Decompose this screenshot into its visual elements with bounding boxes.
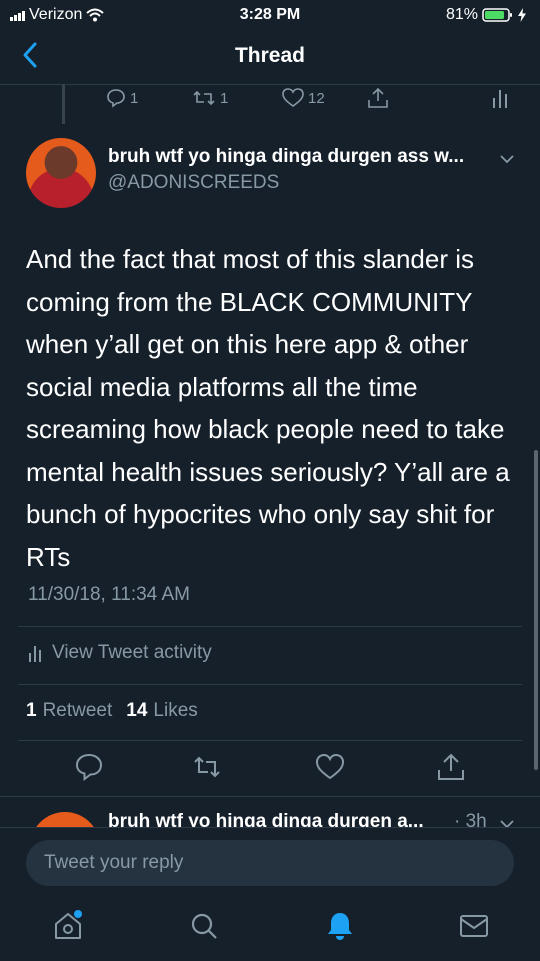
prev-tweet-actions: 1 1 12 — [0, 86, 540, 112]
prev-retweet-button[interactable]: 1 — [192, 88, 228, 108]
prev-reply-count: 1 — [130, 89, 139, 107]
heart-icon — [282, 88, 304, 107]
battery: 81% — [446, 6, 526, 24]
divider — [18, 684, 522, 685]
view-tweet-activity[interactable]: View Tweet activity — [28, 642, 212, 664]
home-icon[interactable] — [52, 910, 84, 942]
likes-label[interactable]: Likes — [153, 700, 197, 722]
share-icon[interactable] — [436, 752, 466, 782]
notifications-icon[interactable] — [324, 910, 356, 942]
analytics-icon — [29, 646, 41, 662]
retweet-icon — [193, 90, 215, 106]
prev-like-button[interactable]: 12 — [282, 88, 325, 108]
page-title: Thread — [234, 44, 305, 67]
reply-icon[interactable] — [74, 752, 104, 782]
likes-count[interactable]: 14 — [126, 700, 147, 722]
search-icon[interactable] — [188, 910, 220, 942]
user-handle[interactable]: @ADONISCREEDS — [108, 172, 279, 194]
retweets-label[interactable]: Retweet — [43, 700, 113, 722]
retweet-icon[interactable] — [192, 752, 222, 782]
chevron-down-icon[interactable] — [498, 150, 516, 168]
unread-dot — [74, 910, 82, 918]
analytics-icon[interactable] — [492, 88, 508, 108]
prev-reply-button[interactable]: 1 — [106, 88, 138, 108]
messages-icon[interactable] — [458, 910, 490, 942]
reply-icon — [107, 89, 125, 108]
avatar[interactable] — [26, 138, 96, 208]
activity-label: View Tweet activity — [52, 642, 212, 663]
status-bar: Verizon 3:28 PM 81% — [0, 0, 540, 30]
battery-icon — [482, 8, 512, 22]
divider — [18, 626, 522, 627]
prev-retweet-count: 1 — [220, 89, 229, 107]
engagement-counts: 1 Retweet 14 Likes — [26, 700, 198, 722]
scrollbar[interactable] — [534, 450, 538, 770]
divider — [0, 796, 540, 797]
divider — [18, 740, 522, 741]
nav-bar: Thread — [0, 30, 540, 85]
tab-bar — [0, 896, 540, 960]
charging-icon — [518, 8, 526, 22]
heart-icon[interactable] — [315, 752, 345, 782]
tweet-actions — [0, 752, 540, 786]
prev-like-count: 12 — [308, 89, 325, 107]
reply-input[interactable]: Tweet your reply — [26, 840, 514, 886]
display-name[interactable]: bruh wtf yo hinga dinga durgen ass w... — [108, 146, 464, 168]
battery-percent: 81% — [445, 6, 478, 23]
reply-placeholder: Tweet your reply — [44, 852, 184, 873]
tweet-timestamp: 11/30/18, 11:34 AM — [28, 584, 190, 605]
retweets-count[interactable]: 1 — [26, 700, 37, 722]
share-icon[interactable] — [367, 86, 389, 110]
tweet-text: And the fact that most of this slander i… — [26, 244, 510, 572]
